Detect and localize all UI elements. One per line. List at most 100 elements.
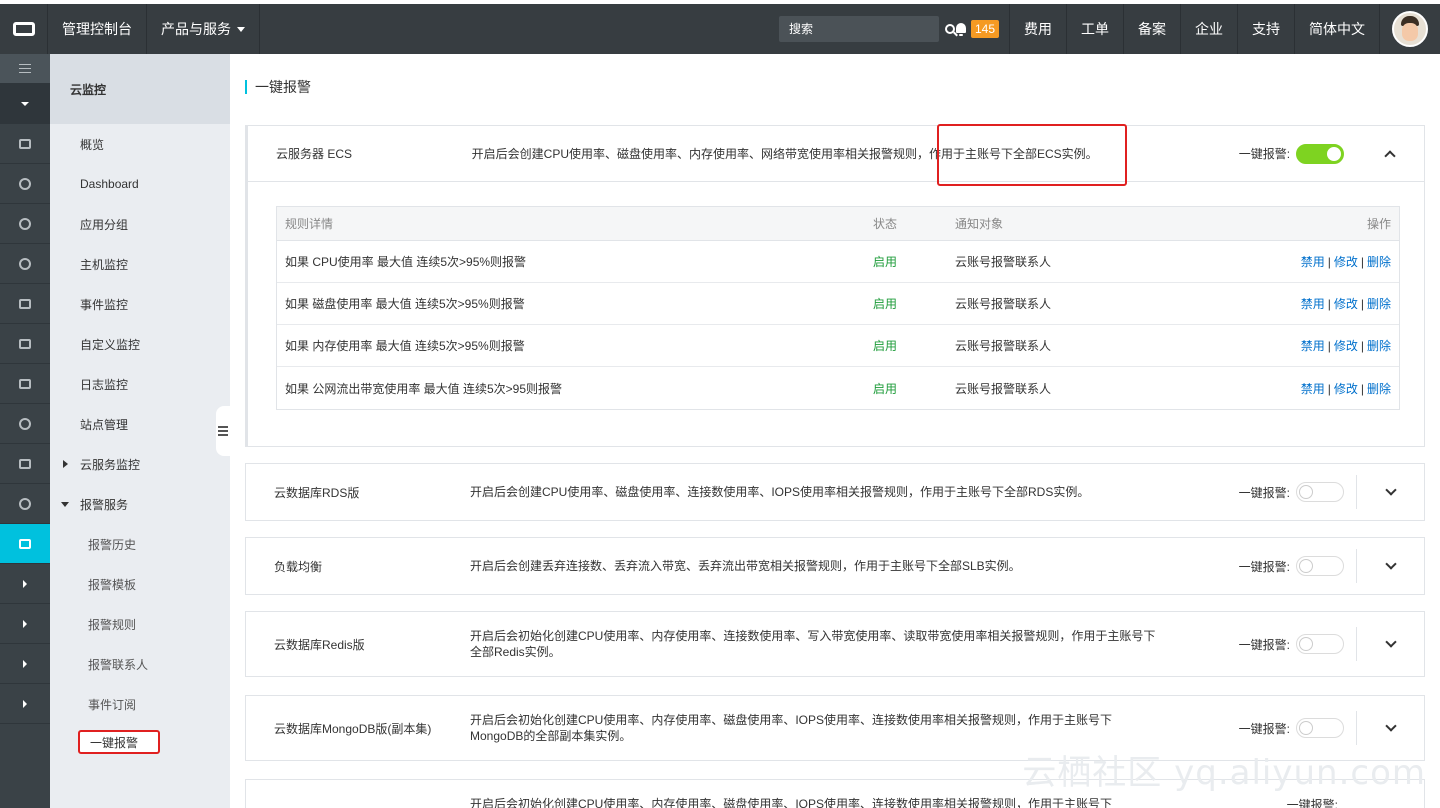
edit-link[interactable]: 修改: [1334, 297, 1358, 311]
rail-item-tower[interactable]: [0, 444, 50, 484]
disable-link[interactable]: 禁用: [1301, 382, 1325, 396]
support-link[interactable]: 支持: [1238, 4, 1295, 54]
caret-down-icon: [237, 26, 245, 32]
table-row: 如果 内存使用率 最大值 连续5次>95%则报警 启用 云账号报警联系人 禁用 |…: [277, 325, 1399, 367]
one-click-alarm-toggle[interactable]: [1296, 718, 1344, 738]
rail-item-more-2[interactable]: [0, 604, 50, 644]
icp-link[interactable]: 备案: [1124, 4, 1181, 54]
edit-link[interactable]: 修改: [1334, 339, 1358, 353]
sidebar-group-cloud-service[interactable]: 云服务监控: [50, 444, 230, 484]
sidebar-item-event-subscribe[interactable]: 事件订阅: [50, 684, 230, 724]
products-menu[interactable]: 产品与服务: [147, 4, 260, 54]
ticket-link[interactable]: 工单: [1067, 4, 1124, 54]
product-desc: 开启后会初始化创建CPU使用率、内存使用率、磁盘使用率、IOPS使用率、连接数使…: [470, 713, 1113, 743]
sidebar-item-dashboard[interactable]: Dashboard: [50, 164, 230, 204]
rail-item-ecs[interactable]: [0, 124, 50, 164]
sidebar-collapse-handle[interactable]: [216, 406, 230, 456]
edit-link[interactable]: 修改: [1334, 382, 1358, 396]
aliyun-logo[interactable]: [0, 4, 48, 54]
product-name: 云数据库Redis版: [274, 637, 365, 652]
panel-header: 云数据库RDS版 开启后会创建CPU使用率、磁盘使用率、连接数使用率、IOPS使…: [246, 464, 1424, 520]
rail-item-eye[interactable]: [0, 484, 50, 524]
search-icon: [944, 24, 955, 34]
sidebar-item-host-monitor[interactable]: 主机监控: [50, 244, 230, 284]
sidebar-item-one-click-alarm[interactable]: 一键报警: [78, 730, 160, 754]
rule-detail: 如果 CPU使用率 最大值 连续5次>95%则报警: [285, 255, 527, 269]
product-desc: 开启后会创建CPU使用率、磁盘使用率、内存使用率、网络带宽使用率相关报警规则，作…: [471, 146, 1098, 161]
rail-item-cloudmonitor[interactable]: [0, 524, 50, 564]
rail-item-slb[interactable]: [0, 204, 50, 244]
separator: |: [1360, 255, 1364, 269]
one-click-alarm-toggle[interactable]: [1296, 143, 1345, 164]
one-click-alarm-toggle[interactable]: [1296, 482, 1344, 502]
delete-link[interactable]: 删除: [1367, 339, 1391, 353]
sidebar-group-alarm[interactable]: 报警服务: [50, 484, 230, 524]
rule-state: 启用: [873, 339, 898, 353]
sidebar-item-alarm-rules[interactable]: 报警规则: [50, 604, 230, 644]
rail-item-oss[interactable]: [0, 284, 50, 324]
rail-item-more-4[interactable]: [0, 684, 50, 724]
avatar: [1392, 11, 1428, 47]
rail-item-link[interactable]: [0, 364, 50, 404]
delete-link[interactable]: 删除: [1367, 297, 1391, 311]
billing-link[interactable]: 费用: [1010, 4, 1067, 54]
main-content: 一键报警 云服务器 ECS 开启后会创建CPU使用率、磁盘使用率、内存使用率、网…: [230, 54, 1440, 808]
sidebar-item-alarm-template[interactable]: 报警模板: [50, 564, 230, 604]
rule-state: 启用: [873, 255, 898, 269]
rail-expand[interactable]: [0, 84, 50, 124]
product-desc: 开启后会创建丢弃连接数、丢弃流入带宽、丢弃流出带宽相关报警规则，作用于主账号下全…: [470, 559, 1021, 573]
console-link[interactable]: 管理控制台: [48, 4, 147, 54]
top-navbar: 管理控制台 产品与服务 145 费用 工单 备案 企业 支持 简体中文: [0, 4, 1440, 54]
sidebar-item-site-manage[interactable]: 站点管理: [50, 404, 230, 444]
sidebar-item-alarm-contacts[interactable]: 报警联系人: [50, 644, 230, 684]
edit-link[interactable]: 修改: [1334, 255, 1358, 269]
sidebar-item-app-groups[interactable]: 应用分组: [50, 204, 230, 244]
hub-icon: [19, 417, 31, 430]
expand-button[interactable]: [1356, 549, 1424, 583]
notifications[interactable]: 145: [949, 4, 1010, 54]
rail-item-chip[interactable]: [0, 324, 50, 364]
expand-button[interactable]: [1356, 627, 1424, 661]
chevron-up-icon: [1384, 149, 1396, 162]
rule-ops: 禁用 | 修改 | 删除: [1255, 295, 1399, 312]
disable-link[interactable]: 禁用: [1301, 339, 1325, 353]
rule-detail: 如果 内存使用率 最大值 连续5次>95%则报警: [285, 339, 525, 353]
sidebar-item-alarm-history[interactable]: 报警历史: [50, 524, 230, 564]
language-link[interactable]: 简体中文: [1295, 4, 1380, 54]
rule-notify: 云账号报警联系人: [955, 297, 1052, 311]
sidebar-list: 概览 Dashboard 应用分组 主机监控 事件监控 自定义监控 日志监控 站…: [50, 124, 230, 754]
rail-item-more-1[interactable]: [0, 564, 50, 604]
sidebar-item-overview[interactable]: 概览: [50, 124, 230, 164]
expand-button[interactable]: [1356, 475, 1424, 509]
search-input[interactable]: [778, 16, 944, 42]
rail-item-hub[interactable]: [0, 404, 50, 444]
rail-item-rds[interactable]: [0, 164, 50, 204]
delete-link[interactable]: 删除: [1367, 382, 1391, 396]
sidebar-item-log-monitor[interactable]: 日志监控: [50, 364, 230, 404]
server-icon: [19, 138, 31, 149]
rule-state: 启用: [873, 297, 898, 311]
sidebar-item-custom-monitor[interactable]: 自定义监控: [50, 324, 230, 364]
one-click-alarm-toggle[interactable]: [1296, 634, 1344, 654]
collapse-button[interactable]: [1356, 137, 1424, 171]
user-menu[interactable]: [1380, 4, 1440, 54]
disable-link[interactable]: 禁用: [1301, 255, 1325, 269]
product-name: 负载均衡: [274, 559, 323, 574]
rail-menu-toggle[interactable]: [0, 54, 50, 84]
panel-rds: 云数据库RDS版 开启后会创建CPU使用率、磁盘使用率、连接数使用率、IOPS使…: [245, 463, 1425, 521]
rail-item-cdn[interactable]: [0, 244, 50, 284]
product-desc: 开启后会创建CPU使用率、磁盘使用率、连接数使用率、IOPS使用率相关报警规则，…: [470, 485, 1090, 499]
one-click-alarm-toggle[interactable]: [1296, 556, 1344, 576]
separator: |: [1327, 339, 1331, 353]
delete-link[interactable]: 删除: [1367, 255, 1391, 269]
rail-item-more-3[interactable]: [0, 644, 50, 684]
cloud-monitor-icon: [19, 538, 31, 549]
rule-state: 启用: [873, 381, 898, 396]
chevron-right-icon: [23, 659, 27, 668]
rule-ops: 禁用 | 修改 | 删除: [1255, 337, 1399, 354]
sidebar-item-event-monitor[interactable]: 事件监控: [50, 284, 230, 324]
enterprise-link[interactable]: 企业: [1181, 4, 1238, 54]
disable-link[interactable]: 禁用: [1301, 297, 1325, 311]
expand-button[interactable]: [1356, 711, 1424, 745]
group-label: 云服务监控: [80, 457, 141, 472]
